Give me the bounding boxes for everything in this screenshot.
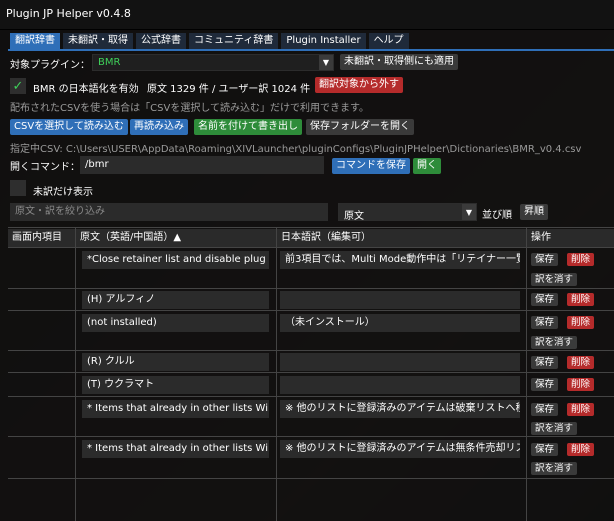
- csv-path-text: 指定中CSV: C:\Users\USER\AppData\Roaming\XI…: [10, 144, 582, 155]
- row-1-delete-button[interactable]: 削除: [567, 253, 595, 266]
- checkmark-icon: ✓: [12, 78, 24, 94]
- target-plugin-label: 対象プラグイン：: [10, 60, 90, 71]
- row-2-delete-button[interactable]: 削除: [567, 293, 595, 306]
- row-divider: [8, 478, 614, 479]
- enable-translation-label: BMR の日本語化を有効: [33, 84, 139, 95]
- row-divider: [8, 288, 614, 289]
- sort-field-select[interactable]: 原文 ▼: [338, 203, 477, 222]
- row-divider: [8, 372, 614, 373]
- open-command-input[interactable]: /bmr: [80, 156, 324, 174]
- row-divider: [8, 436, 614, 437]
- row-1-save-button[interactable]: 保存: [531, 253, 559, 266]
- row-1-clear-button[interactable]: 訳を消す: [531, 273, 578, 286]
- row-3-translation-input[interactable]: （未インストール）: [280, 314, 520, 332]
- plugin-select[interactable]: BMR ▼: [92, 54, 334, 71]
- sort-order-label: 並び順: [482, 210, 512, 221]
- header-operations[interactable]: 操作: [527, 229, 614, 247]
- plugin-select-value: BMR: [98, 57, 121, 68]
- tab-community-dictionary[interactable]: コミュニティ辞書: [189, 33, 279, 49]
- dictionary-table: [8, 227, 614, 521]
- row-divider: [8, 247, 614, 248]
- row-7-translation-input[interactable]: ※ 他のリストに登録済みのアイテムは無条件売却リスト: [280, 440, 520, 458]
- sort-order-button[interactable]: 昇順: [520, 204, 548, 220]
- header-japanese[interactable]: 日本語訳（編集可）: [277, 229, 526, 247]
- column-divider: [526, 227, 527, 521]
- open-command-label: 開くコマンド：: [10, 162, 80, 173]
- window-title: Plugin JP Helper v0.4.8: [6, 7, 131, 20]
- row-3-source[interactable]: (not installed): [82, 314, 269, 332]
- translation-stats: 原文 1329 件 / ユーザー訳 1024 件: [147, 84, 311, 95]
- column-divider: [276, 227, 277, 521]
- filter-input[interactable]: 原文・訳を絞り込み: [10, 203, 328, 221]
- row-divider: [8, 396, 614, 397]
- save-command-button[interactable]: コマンドを保存: [332, 158, 410, 174]
- column-divider: [75, 227, 76, 521]
- csv-hint-text: 配布されたCSVを使う場合は「CSVを選択して読み込む」だけで利用できます。: [10, 103, 370, 114]
- row-6-translation-input[interactable]: ※ 他のリストに登録済みのアイテムは破棄リストへ移動: [280, 400, 520, 418]
- row-2-translation-input[interactable]: [280, 291, 520, 309]
- chevron-down-icon: ▼: [462, 204, 476, 220]
- title-bar[interactable]: Plugin JP Helper v0.4.8: [0, 0, 614, 30]
- row-2-save-button[interactable]: 保存: [531, 293, 559, 306]
- row-4-source[interactable]: (R) クルル: [82, 353, 269, 371]
- tab-plugin-installer[interactable]: Plugin Installer: [281, 33, 366, 49]
- row-2-source[interactable]: (H) アルフィノ: [82, 291, 269, 309]
- row-5-source[interactable]: (T) ウクラマト: [82, 376, 269, 394]
- header-screen-item[interactable]: 画面内項目: [8, 229, 75, 247]
- row-6-clear-button[interactable]: 訳を消す: [531, 422, 578, 435]
- tab-bar: 翻訳辞書 未翻訳・取得 公式辞書 コミュニティ辞書 Plugin Install…: [10, 33, 409, 49]
- row-1-source[interactable]: *Close retainer list and disable plug: [82, 251, 269, 269]
- apply-untranslated-button[interactable]: 未翻訳・取得側にも適用: [340, 54, 458, 70]
- chevron-down-icon: ▼: [319, 55, 333, 70]
- row-7-clear-button[interactable]: 訳を消す: [531, 462, 578, 475]
- plugin-window: Plugin JP Helper v0.4.8 翻訳辞書 未翻訳・取得 公式辞書…: [0, 0, 614, 521]
- tab-official-dictionary[interactable]: 公式辞書: [136, 33, 186, 49]
- tab-dictionary[interactable]: 翻訳辞書: [10, 33, 60, 49]
- row-6-save-button[interactable]: 保存: [531, 403, 559, 416]
- row-5-save-button[interactable]: 保存: [531, 378, 559, 391]
- row-7-source[interactable]: * Items that already in other lists Wi: [82, 440, 269, 458]
- untranslated-only-checkbox[interactable]: [10, 180, 26, 196]
- sort-field-value: 原文: [344, 211, 364, 222]
- row-7-save-button[interactable]: 保存: [531, 443, 559, 456]
- open-command-button[interactable]: 開く: [413, 158, 441, 174]
- row-3-save-button[interactable]: 保存: [531, 316, 559, 329]
- row-3-clear-button[interactable]: 訳を消す: [531, 336, 578, 349]
- tab-untranslated[interactable]: 未翻訳・取得: [63, 33, 133, 49]
- row-divider: [8, 310, 614, 311]
- export-as-button[interactable]: 名前を付けて書き出し: [194, 119, 302, 135]
- row-6-delete-button[interactable]: 削除: [567, 403, 595, 416]
- row-4-delete-button[interactable]: 削除: [567, 356, 595, 369]
- row-7-delete-button[interactable]: 削除: [567, 443, 595, 456]
- open-folder-button[interactable]: 保存フォルダーを開く: [306, 119, 414, 135]
- row-5-delete-button[interactable]: 削除: [567, 378, 595, 391]
- select-csv-button[interactable]: CSVを選択して読み込む: [10, 119, 128, 135]
- row-1-translation-input[interactable]: 前3項目では、Multi Mode動作中は「リテイナー一覧を: [280, 251, 520, 269]
- untranslated-only-label: 未訳だけ表示: [33, 187, 93, 198]
- reload-button[interactable]: 再読み込み: [130, 119, 188, 135]
- header-source[interactable]: 原文（英語/中国語）▲: [76, 229, 276, 247]
- row-divider: [8, 350, 614, 351]
- row-5-translation-input[interactable]: [280, 376, 520, 394]
- row-4-save-button[interactable]: 保存: [531, 356, 559, 369]
- row-3-delete-button[interactable]: 削除: [567, 316, 595, 329]
- tab-help[interactable]: ヘルプ: [368, 33, 409, 49]
- row-4-translation-input[interactable]: [280, 353, 520, 371]
- remove-target-button[interactable]: 翻訳対象から外す: [315, 77, 403, 93]
- tab-underline: [8, 49, 614, 51]
- enable-translation-checkbox[interactable]: ✓: [10, 78, 26, 94]
- row-6-source[interactable]: * Items that already in other lists Wi: [82, 400, 269, 418]
